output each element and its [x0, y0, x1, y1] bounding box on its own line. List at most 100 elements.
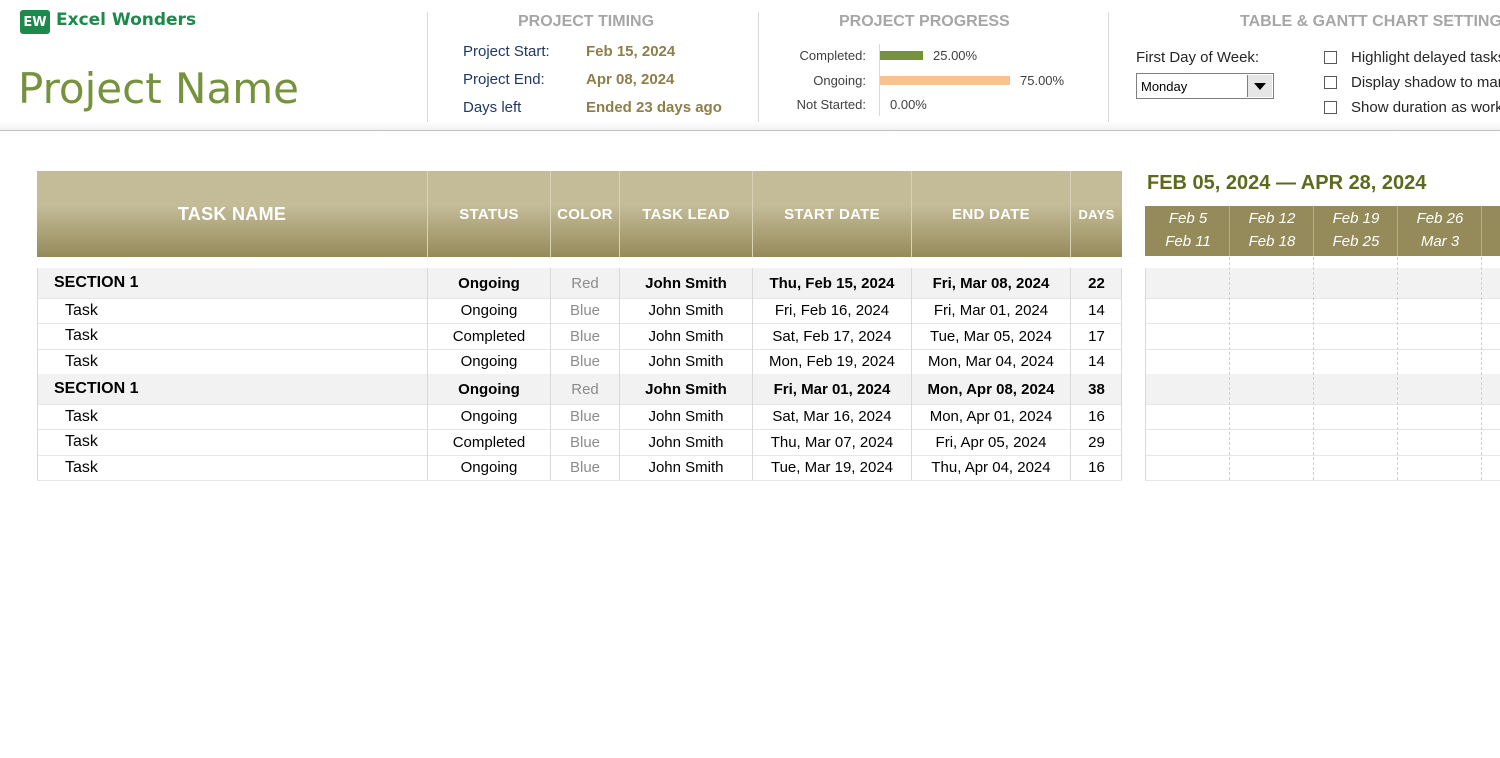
gantt-row	[1145, 374, 1500, 404]
table-row[interactable]: Task Ongoing Blue John Smith Sat, Mar 16, 20…	[37, 404, 1122, 429]
table-row[interactable]: Task Ongoing Blue John Smith Tue, Mar 19, 20…	[37, 455, 1122, 480]
gantt-row	[1145, 404, 1500, 429]
table-row[interactable]: Task Completed Blue John Smith Thu, Mar 07, …	[37, 429, 1122, 455]
gantt-week-end: Feb 18	[1248, 233, 1296, 250]
header-divider	[1108, 12, 1109, 122]
table-row[interactable]: Task Ongoing Blue John Smith Fri, Feb 16, 20…	[37, 298, 1122, 323]
header-divider	[619, 171, 620, 257]
col-days[interactable]: DAYS	[1071, 171, 1122, 257]
first-day-value: Monday	[1141, 79, 1188, 94]
col-task-name[interactable]: TASK NAME	[37, 171, 427, 257]
working-days-label: Show duration as working days	[1351, 99, 1500, 116]
gantt-week-gridline	[1313, 257, 1314, 480]
days-left-label: Days left	[463, 99, 522, 116]
cell-name[interactable]: Task	[65, 404, 435, 429]
column-divider	[619, 268, 620, 480]
header-divider	[1070, 171, 1071, 257]
cell-name[interactable]: SECTION 1	[54, 268, 424, 298]
project-end-value: Apr 08, 2024	[586, 71, 675, 88]
brand-name: Excel Wonders	[56, 10, 197, 30]
chevron-down-icon[interactable]	[1247, 75, 1272, 97]
working-days-checkbox[interactable]	[1324, 101, 1337, 114]
gantt-row	[1145, 323, 1500, 349]
gantt-week-end: Feb 11	[1165, 233, 1211, 250]
project-title[interactable]: Project Name	[18, 64, 299, 113]
cell-end: Fri, Mar 08, 2024	[932, 274, 1050, 292]
cell-status: Ongoing	[460, 353, 518, 370]
gantt-week-start: Feb 19	[1332, 210, 1380, 227]
cell-lead: John Smith	[648, 459, 724, 476]
gantt-header-divider	[1229, 206, 1230, 256]
cell-color: Blue	[569, 459, 601, 476]
cell-status: Ongoing	[460, 408, 518, 425]
cell-name[interactable]: Task	[65, 429, 435, 455]
column-divider	[427, 268, 428, 480]
gantt-row-divider	[1145, 480, 1500, 481]
settings-title: TABLE & GANTT CHART SETTINGS	[1240, 13, 1500, 30]
cell-lead: John Smith	[648, 408, 724, 425]
first-day-select[interactable]: Monday	[1136, 73, 1274, 99]
column-divider	[37, 268, 38, 480]
highlight-delayed-checkbox[interactable]	[1324, 51, 1337, 64]
cell-start: Fri, Mar 01, 2024	[773, 380, 891, 398]
cell-start: Mon, Feb 19, 2024	[769, 353, 895, 370]
timing-title: PROJECT TIMING	[518, 13, 655, 30]
col-start-date[interactable]: START DATE	[753, 171, 911, 257]
cell-status: Completed	[452, 433, 526, 451]
gantt-week-end: Mar 3	[1420, 233, 1460, 250]
cell-status: Ongoing	[458, 274, 520, 292]
project-end-label: Project End:	[463, 71, 545, 88]
col-end-date[interactable]: END DATE	[912, 171, 1070, 257]
progress-bar	[880, 76, 1010, 85]
cell-days: 16	[1088, 408, 1105, 425]
header-divider	[758, 12, 759, 122]
section-row[interactable]: SECTION 1 Ongoing Red John Smith Thu, Feb 15…	[37, 268, 1122, 298]
col-status[interactable]: STATUS	[428, 171, 550, 257]
display-shadow-checkbox[interactable]	[1324, 76, 1337, 89]
cell-status: Ongoing	[458, 380, 520, 398]
cell-lead: John Smith	[648, 433, 724, 451]
progress-label: Ongoing:	[813, 73, 866, 88]
project-start-value[interactable]: Feb 15, 2024	[586, 43, 675, 60]
table-row[interactable]: Task Completed Blue John Smith Sat, Feb 17, …	[37, 323, 1122, 349]
cell-end: Thu, Apr 04, 2024	[931, 459, 1051, 476]
cell-status: Completed	[452, 327, 526, 345]
cell-start: Fri, Feb 16, 2024	[774, 302, 890, 319]
cell-color: Red	[571, 274, 599, 292]
column-divider	[1070, 268, 1071, 480]
header-divider	[752, 171, 753, 257]
section-row[interactable]: SECTION 1 Ongoing Red John Smith Fri, Mar 01…	[37, 374, 1122, 404]
cell-end: Tue, Mar 05, 2024	[929, 327, 1052, 345]
gantt-week-header: Feb 12 Feb 18	[1230, 206, 1314, 256]
progress-title: PROJECT PROGRESS	[839, 13, 1010, 30]
gantt-week-header: Feb 5 Feb 11	[1146, 206, 1230, 256]
cell-end: Fri, Mar 01, 2024	[933, 302, 1049, 319]
cell-name[interactable]: Task	[65, 455, 435, 480]
cell-days: 17	[1088, 327, 1105, 345]
cell-start: Thu, Mar 07, 2024	[770, 433, 894, 451]
col-color[interactable]: COLOR	[551, 171, 619, 257]
gantt-week-header: Feb 19 Feb 25	[1314, 206, 1398, 256]
cell-name[interactable]: Task	[65, 349, 435, 374]
gantt-row	[1145, 429, 1500, 455]
project-start-label: Project Start:	[463, 43, 550, 60]
cell-name[interactable]: SECTION 1	[54, 374, 424, 404]
cell-days: 14	[1088, 353, 1105, 370]
cell-days: 29	[1088, 433, 1105, 451]
header-divider	[0, 130, 1500, 131]
cell-start: Sat, Feb 17, 2024	[772, 327, 892, 345]
cell-name[interactable]: Task	[65, 298, 435, 323]
cell-name[interactable]: Task	[65, 323, 435, 349]
gantt-header-divider	[1313, 206, 1314, 256]
gantt-row	[1145, 298, 1500, 323]
column-divider	[550, 268, 551, 480]
gantt-date-range: FEB 05, 2024 — APR 28, 2024	[1147, 172, 1427, 194]
header-divider	[427, 171, 428, 257]
table-row[interactable]: Task Ongoing Blue John Smith Mon, Feb 19, 20…	[37, 349, 1122, 374]
cell-start: Thu, Feb 15, 2024	[769, 274, 895, 292]
progress-bar	[880, 51, 923, 60]
progress-label: Completed:	[799, 48, 866, 63]
col-task-lead[interactable]: TASK LEAD	[620, 171, 752, 257]
gantt-row	[1145, 268, 1500, 298]
gantt-row	[1145, 455, 1500, 480]
